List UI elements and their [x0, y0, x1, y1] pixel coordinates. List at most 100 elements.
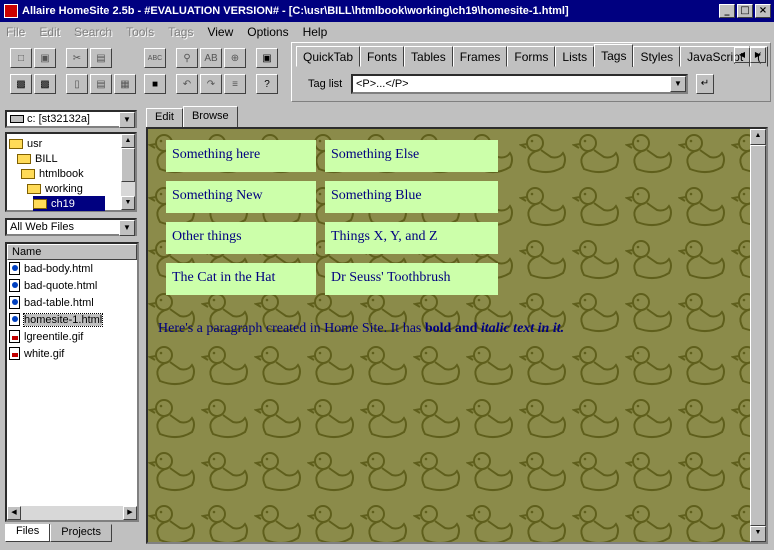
file-name: lgreentile.gif	[24, 330, 84, 343]
tab-edit[interactable]: Edit	[146, 108, 183, 128]
tree-item-htmlbook[interactable]: htmlbook	[21, 166, 84, 181]
help-icon[interactable]: ?	[256, 74, 278, 94]
drive-select[interactable]: c: [st32132a] ▼	[5, 110, 137, 128]
copy-icon[interactable]: ▯	[66, 74, 88, 94]
list-item-selected[interactable]: homesite-1.html	[7, 311, 137, 328]
tab-tags[interactable]: Tags	[594, 44, 634, 67]
scroll-down-icon[interactable]: ▼	[750, 526, 766, 542]
html-file-icon	[9, 279, 20, 292]
tab-tables[interactable]: Tables	[404, 46, 453, 67]
chevron-down-icon[interactable]: ▼	[119, 112, 135, 128]
tab-browse[interactable]: Browse	[182, 106, 238, 128]
column-header-name[interactable]: Name	[7, 244, 137, 260]
tree-item-bill[interactable]: BILL	[17, 151, 58, 166]
chevron-down-icon[interactable]: ▼	[670, 76, 686, 92]
scroll-thumb[interactable]	[121, 148, 135, 182]
open-file-icon[interactable]: ▣	[34, 48, 56, 68]
tab-scroll-right-icon[interactable]: ▶	[750, 47, 766, 63]
save-all-icon[interactable]: ▩	[34, 74, 56, 94]
tab-lists[interactable]: Lists	[555, 46, 595, 67]
insert-tag-button[interactable]: ↵	[696, 74, 714, 94]
tab-fonts[interactable]: Fonts	[360, 46, 405, 67]
spell-check-icon[interactable]: ABC	[144, 48, 166, 68]
table-cell: Things X, Y, and Z	[325, 222, 498, 254]
file-name: bad-quote.html	[24, 279, 98, 292]
table-cell: Something Else	[325, 140, 498, 172]
undo-icon[interactable]: ↶	[176, 74, 198, 94]
scroll-down-icon[interactable]: ▼	[121, 196, 135, 210]
new-file-icon[interactable]: □	[10, 48, 32, 68]
tab-projects[interactable]: Projects	[50, 524, 112, 542]
menu-help[interactable]: Help	[303, 25, 328, 39]
maximize-button[interactable]: □	[737, 4, 753, 18]
menu-search[interactable]: Search	[74, 25, 112, 39]
title-bar[interactable]: Allaire HomeSite 2.5b - #EVALUATION VERS…	[0, 0, 774, 22]
list-item[interactable]: lgreentile.gif	[7, 328, 137, 345]
tab-styles[interactable]: Styles	[633, 46, 681, 67]
tab-frames[interactable]: Frames	[452, 46, 508, 67]
chevron-down-icon[interactable]: ▼	[119, 220, 135, 236]
tab-files[interactable]: Files	[5, 524, 51, 542]
folder-icon[interactable]: ▦	[114, 74, 136, 94]
paste-icon[interactable]: ▤	[90, 48, 112, 68]
drive-value: c: [st32132a]	[27, 113, 90, 125]
tab-quicktab[interactable]: QuickTab	[296, 46, 361, 67]
tree-item-usr[interactable]: usr	[9, 136, 42, 151]
tree-label: ch19	[51, 197, 75, 210]
tree-label: usr	[27, 137, 43, 150]
table-cell: Something Blue	[325, 181, 498, 213]
file-list-hscrollbar[interactable]: ◀ ▶	[7, 506, 137, 520]
scroll-thumb[interactable]	[750, 145, 766, 526]
minimize-button[interactable]: _	[719, 4, 735, 18]
browse-preview-icon[interactable]: ▣	[256, 48, 278, 68]
find-icon[interactable]: ⚲	[176, 48, 198, 68]
menu-file[interactable]: File	[6, 25, 25, 39]
tree-item-working[interactable]: working	[27, 181, 83, 196]
list-item[interactable]: bad-body.html	[7, 260, 137, 277]
close-button[interactable]: ×	[755, 4, 771, 18]
list-item[interactable]: bad-quote.html	[7, 277, 137, 294]
folder-open-icon	[33, 198, 47, 209]
list-item[interactable]: white.gif	[7, 345, 137, 362]
scroll-up-icon[interactable]: ▲	[750, 129, 766, 145]
folder-tree[interactable]: usr BILL htmlbook working ch19 ▲ ▼	[5, 132, 137, 212]
html-file-icon	[9, 313, 20, 326]
tab-scroll-left-icon[interactable]: ◀	[734, 47, 750, 63]
scroll-up-icon[interactable]: ▲	[121, 134, 135, 148]
zoom-icon[interactable]: ⊕	[224, 48, 246, 68]
folder-icon	[27, 183, 41, 194]
tree-item-ch19[interactable]: ch19	[33, 196, 105, 211]
project-icon[interactable]: ■	[144, 74, 166, 94]
clipboard-icon[interactable]: ▤	[90, 74, 112, 94]
menu-options[interactable]: Options	[247, 25, 288, 39]
save-icon[interactable]: ▩	[10, 74, 32, 94]
replace-icon[interactable]: AB	[200, 48, 222, 68]
scroll-right-icon[interactable]: ▶	[123, 506, 137, 520]
left-panel-tabs: Files Projects	[5, 524, 112, 542]
paragraph-text: Here's a paragraph created in Home Site.…	[158, 321, 425, 336]
scroll-left-icon[interactable]: ◀	[7, 506, 21, 520]
menu-edit[interactable]: Edit	[39, 25, 60, 39]
menu-view[interactable]: View	[207, 25, 233, 39]
indent-icon[interactable]: ≡	[224, 74, 246, 94]
tag-list-label: Tag list	[308, 78, 343, 90]
quicktab-panel: QuickTab Fonts Tables Frames Forms Lists…	[291, 42, 771, 102]
browse-pane[interactable]: Something here Something Else Something …	[146, 127, 768, 544]
resource-panel: c: [st32132a] ▼ usr BILL htmlbook workin…	[3, 108, 141, 545]
redo-icon[interactable]: ↷	[200, 74, 222, 94]
tree-scrollbar[interactable]: ▲ ▼	[121, 134, 135, 210]
file-filter-select[interactable]: All Web Files ▼	[5, 218, 137, 236]
tag-list-select[interactable]: <P>...</P> ▼	[351, 74, 688, 94]
file-list[interactable]: Name bad-body.html bad-quote.html bad-ta…	[5, 242, 139, 522]
replace-b-label: B	[211, 52, 218, 64]
quicktab-bar: QuickTab Fonts Tables Frames Forms Lists…	[296, 44, 769, 68]
tree-label: working	[45, 182, 83, 195]
list-item[interactable]: bad-table.html	[7, 294, 137, 311]
cut-icon[interactable]: ✂	[66, 48, 88, 68]
drive-icon	[10, 115, 24, 123]
app-icon[interactable]	[4, 4, 18, 18]
menu-tags[interactable]: Tags	[168, 25, 193, 39]
browse-scrollbar[interactable]: ▲ ▼	[750, 129, 766, 542]
tab-forms[interactable]: Forms	[507, 46, 556, 67]
menu-tools[interactable]: Tools	[126, 25, 154, 39]
